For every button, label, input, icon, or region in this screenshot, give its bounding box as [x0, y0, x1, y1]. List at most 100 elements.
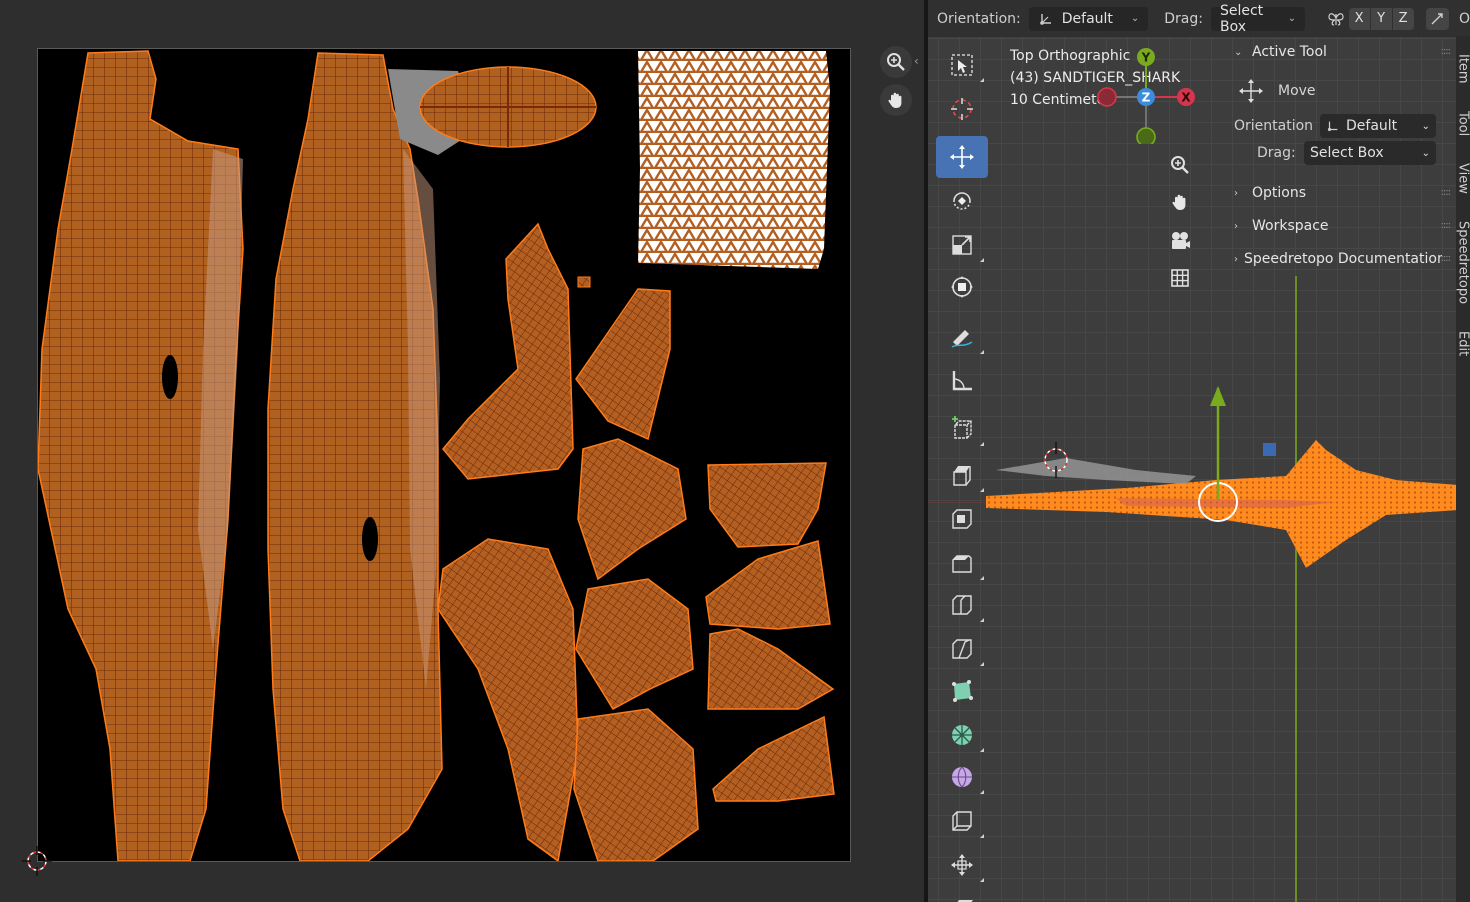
snap-toggle-button[interactable]: [1425, 7, 1449, 30]
annotate-icon: [951, 330, 973, 348]
mirror-z-toggle[interactable]: Z: [1392, 7, 1414, 30]
tool-transform[interactable]: [936, 266, 988, 308]
uv-editor[interactable]: ‹: [0, 0, 924, 902]
tool-annotate[interactable]: [936, 316, 988, 358]
bevel-icon: [952, 555, 972, 573]
snap-icon: [1431, 12, 1443, 24]
mirror-x-toggle[interactable]: X: [1348, 7, 1370, 30]
orientation-dropdown[interactable]: Default ⌄: [1028, 6, 1149, 31]
zoom-view-button[interactable]: [880, 46, 912, 78]
drag-handle-icon[interactable]: ::::: [1441, 220, 1452, 231]
tool-move[interactable]: [936, 136, 988, 178]
panel-drag-dropdown[interactable]: Select Box ⌄: [1304, 141, 1436, 165]
tool-scale[interactable]: [936, 224, 988, 266]
blender-window: ‹ Orientation: Default ⌄ Drag: Select Bo…: [0, 0, 1470, 902]
hand-icon: [1172, 194, 1186, 210]
speedretopo-title: Speedretopo Documentation: [1244, 251, 1442, 267]
panel-orientation-label: Orientation: [1234, 118, 1314, 134]
tab-speedretopo[interactable]: Speedretopo: [1456, 208, 1470, 318]
orientation-icon: [1039, 13, 1051, 25]
viewport-zoom-button[interactable]: [1165, 150, 1195, 180]
viewport-pan-button[interactable]: [1165, 187, 1195, 217]
chevron-down-icon: ⌄: [1130, 13, 1140, 24]
gizmo-neg-y: [1136, 127, 1156, 144]
sidebar-panel: ⌄ Active Tool :::: Move Orientation Defa…: [1220, 36, 1456, 280]
options-section[interactable]: › Options: [1234, 185, 1306, 201]
speedretopo-section[interactable]: › Speedretopo Documentation: [1234, 251, 1442, 267]
rotate-icon: [953, 192, 971, 210]
camera-view-button[interactable]: [1165, 226, 1195, 256]
spin-icon: [952, 725, 972, 745]
workspace-section[interactable]: › Workspace: [1234, 218, 1329, 234]
navigation-gizmo[interactable]: Y X Z: [1096, 44, 1196, 144]
orientation-value: Default: [1061, 10, 1113, 27]
active-tool-header[interactable]: ⌄ Active Tool: [1234, 44, 1327, 60]
tab-edit[interactable]: Edit: [1456, 324, 1470, 364]
tool-poly-build[interactable]: [936, 670, 988, 712]
tool-add-cube[interactable]: [936, 408, 988, 450]
tool-cursor[interactable]: [936, 88, 988, 130]
chevron-right-icon: ›: [1234, 187, 1238, 199]
tool-select-box[interactable]: [936, 44, 988, 86]
2d-cursor-icon[interactable]: [22, 846, 52, 876]
drag-value: Select Box: [1219, 2, 1264, 35]
viewport-header: Orientation: Default ⌄ Drag: Select Box …: [928, 0, 1470, 37]
zoom-icon: [887, 53, 905, 71]
tool-knife[interactable]: [936, 628, 988, 670]
tab-view[interactable]: View: [1456, 154, 1470, 202]
workspace-title: Workspace: [1252, 218, 1329, 234]
tool-shear[interactable]: [936, 886, 988, 902]
shark-mesh[interactable]: [986, 380, 1458, 580]
svg-text:Z: Z: [1142, 91, 1151, 105]
drag-handle-icon[interactable]: ::::: [1441, 46, 1452, 57]
pan-view-button[interactable]: [880, 84, 912, 116]
panel-orientation-value: Default: [1346, 118, 1398, 134]
tool-shrink-fatten[interactable]: [936, 844, 988, 886]
tool-edge-slide[interactable]: [936, 800, 988, 842]
transform-icon: [951, 276, 973, 298]
drag-dropdown[interactable]: Select Box ⌄: [1210, 3, 1306, 35]
active-tool-move[interactable]: Move: [1236, 76, 1316, 106]
shrink-fatten-icon: [951, 854, 973, 876]
chevron-right-icon: ›: [1234, 220, 1238, 232]
chevron-left-icon[interactable]: ‹: [914, 54, 919, 68]
panel-drag-label: Drag:: [1257, 145, 1296, 161]
chevron-right-icon: ›: [1234, 253, 1238, 265]
uv-texture-canvas[interactable]: [37, 48, 851, 862]
panel-drag-value: Select Box: [1310, 145, 1384, 161]
move-icon: [1239, 79, 1263, 103]
3d-viewport[interactable]: Orientation: Default ⌄ Drag: Select Box …: [928, 0, 1470, 902]
y-axis-line: [1295, 276, 1297, 902]
orientation-icon: [1327, 121, 1338, 132]
orientation-label: Orientation:: [937, 10, 1021, 27]
tool-smooth[interactable]: [936, 756, 988, 798]
chevron-down-icon: ⌄: [1287, 13, 1297, 24]
gizmo-neg-x: [1097, 87, 1117, 107]
scale-icon: [952, 235, 972, 255]
add-cube-icon: [952, 416, 972, 439]
panel-orientation-dropdown[interactable]: Default ⌄: [1320, 114, 1436, 138]
mirror-options-button[interactable]: [1325, 8, 1346, 30]
chevron-down-icon: ⌄: [1234, 46, 1243, 58]
tool-loop-cut[interactable]: [936, 584, 988, 626]
tool-spin[interactable]: [936, 714, 988, 756]
drag-handle-icon[interactable]: ::::: [1441, 253, 1452, 264]
svg-text:Y: Y: [1141, 51, 1151, 65]
tool-measure[interactable]: [936, 360, 988, 402]
uv-islands: [38, 50, 835, 861]
grid-scale: 10 Centimeters: [1010, 92, 1100, 108]
drag-handle-icon[interactable]: ::::: [1441, 187, 1452, 198]
tab-item[interactable]: Item: [1456, 44, 1470, 94]
tab-tool[interactable]: Tool: [1456, 100, 1470, 148]
mirror-y-toggle[interactable]: Y: [1370, 7, 1392, 30]
select-box-icon: [951, 54, 973, 76]
chevron-down-icon: ⌄: [1421, 147, 1430, 159]
orthographic-toggle-button[interactable]: [1165, 263, 1195, 293]
tool-bevel[interactable]: [936, 542, 988, 584]
inset-icon: [952, 509, 972, 529]
tool-rotate[interactable]: [936, 180, 988, 222]
camera-icon: [1172, 232, 1190, 249]
tool-extrude[interactable]: [936, 454, 988, 496]
header-overflow-text: O: [1458, 10, 1470, 27]
tool-inset[interactable]: [936, 498, 988, 540]
